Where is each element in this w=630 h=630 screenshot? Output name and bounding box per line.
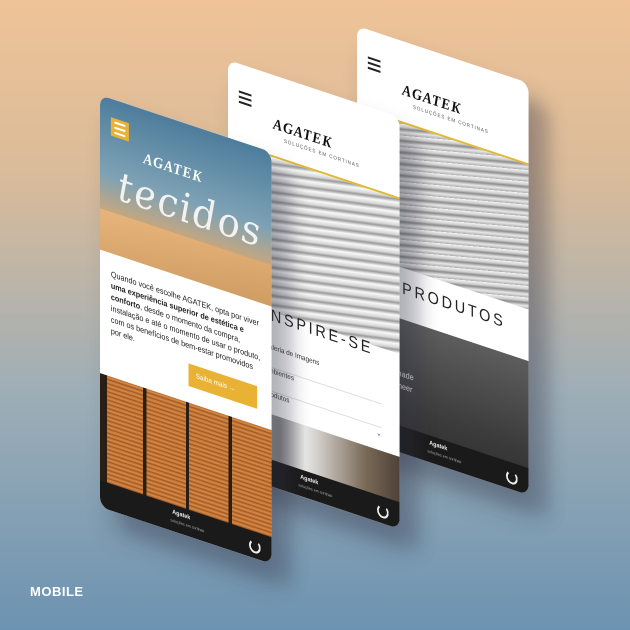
hamburger-icon[interactable] (238, 90, 252, 110)
hamburger-icon[interactable] (367, 56, 381, 76)
mockup-stage: AGATEK SOLUÇÕES EM CORTINAS PRODUTOS Rol… (0, 0, 630, 630)
refresh-icon[interactable] (376, 502, 389, 521)
mockup-caption: MOBILE (30, 584, 84, 599)
chevron-down-icon[interactable]: ⌄ (376, 429, 381, 439)
phone-screen: AGATEK tecidos Quando você escolhe AGATE… (100, 95, 272, 564)
refresh-icon[interactable] (505, 468, 518, 487)
refresh-icon[interactable] (248, 537, 261, 556)
